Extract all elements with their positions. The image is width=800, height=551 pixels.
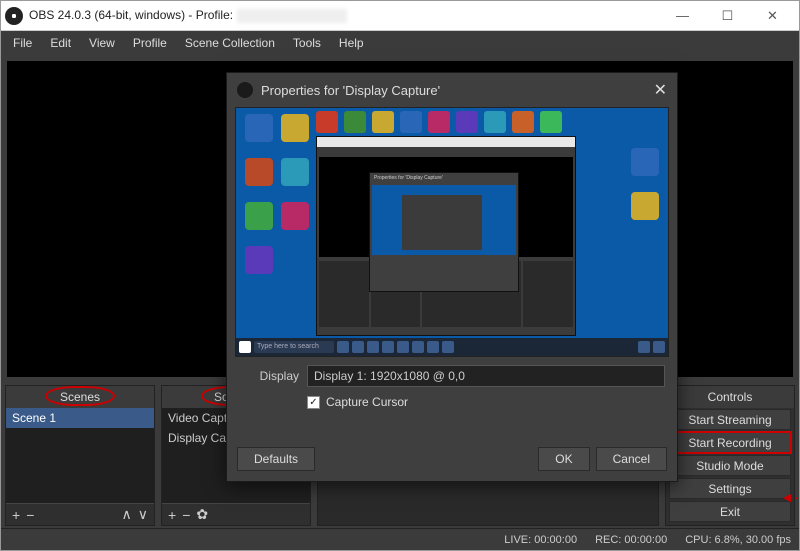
menu-help[interactable]: Help [331,34,372,52]
display-label: Display [239,369,299,383]
dialog-title: Properties for 'Display Capture' [261,83,440,98]
menu-edit[interactable]: Edit [42,34,79,52]
nested-dialog: Properties for 'Display Capture' [369,172,519,292]
exit-button[interactable]: Exit [669,501,791,522]
menu-tools[interactable]: Tools [285,34,329,52]
add-source-button[interactable]: + [168,507,176,523]
maximize-button[interactable]: ☐ [705,1,750,30]
start-streaming-button[interactable]: Start Streaming [669,409,791,430]
cancel-button[interactable]: Cancel [596,447,667,471]
capture-cursor-label: Capture Cursor [326,395,408,409]
menu-file[interactable]: File [5,34,40,52]
scene-item[interactable]: Scene 1 [6,408,154,428]
obs-logo-icon [5,7,23,25]
menu-scene-collection[interactable]: Scene Collection [177,34,283,52]
add-scene-button[interactable]: + [12,507,20,523]
obs-logo-icon [237,82,253,98]
window-title: OBS 24.0.3 (64-bit, windows) - Profile: [29,8,347,23]
properties-dialog: Properties for 'Display Capture' ✕ [226,72,678,482]
checkbox-icon: ✓ [307,396,320,409]
display-select[interactable]: Display 1: 1920x1080 @ 0,0 [307,365,665,387]
scene-down-button[interactable]: ∨ [138,506,148,523]
display-capture-preview: Properties for 'Display Capture' Type he… [235,107,669,357]
remove-source-button[interactable]: − [182,507,190,523]
start-recording-button[interactable]: Start Recording [669,432,791,453]
nested-obs-window: Properties for 'Display Capture' [316,136,576,336]
dialog-close-button[interactable]: ✕ [654,80,667,100]
studio-mode-button[interactable]: Studio Mode [669,455,791,476]
dialog-form: Display Display 1: 1920x1080 @ 0,0 ✓ Cap… [227,357,677,417]
menu-profile[interactable]: Profile [125,34,175,52]
controls-header: Controls [666,386,794,408]
status-bar: LIVE: 00:00:00 REC: 00:00:00 CPU: 6.8%, … [1,528,799,550]
source-settings-button[interactable]: ✿ [196,506,208,523]
defaults-button[interactable]: Defaults [237,447,315,471]
titlebar: OBS 24.0.3 (64-bit, windows) - Profile: … [1,1,799,31]
scenes-panel: Scenes Scene 1 + − ∧ ∨ [5,385,155,526]
menubar: File Edit View Profile Scene Collection … [1,31,799,55]
close-button[interactable]: ✕ [750,1,795,30]
minimize-button[interactable]: — [660,1,705,30]
menu-view[interactable]: View [81,34,123,52]
capture-cursor-checkbox[interactable]: ✓ Capture Cursor [307,395,665,409]
desktop-taskbar: Type here to search [236,338,668,356]
status-cpu: CPU: 6.8%, 30.00 fps [685,534,791,546]
remove-scene-button[interactable]: − [26,507,34,523]
status-rec: REC: 00:00:00 [595,534,667,546]
status-live: LIVE: 00:00:00 [504,534,577,546]
dialog-titlebar: Properties for 'Display Capture' ✕ [227,73,677,107]
scene-up-button[interactable]: ∧ [122,506,132,523]
controls-panel: Controls Start Streaming Start Recording… [665,385,795,526]
settings-button[interactable]: Settings [669,478,791,499]
ok-button[interactable]: OK [538,447,589,471]
scenes-header: Scenes [6,386,154,408]
